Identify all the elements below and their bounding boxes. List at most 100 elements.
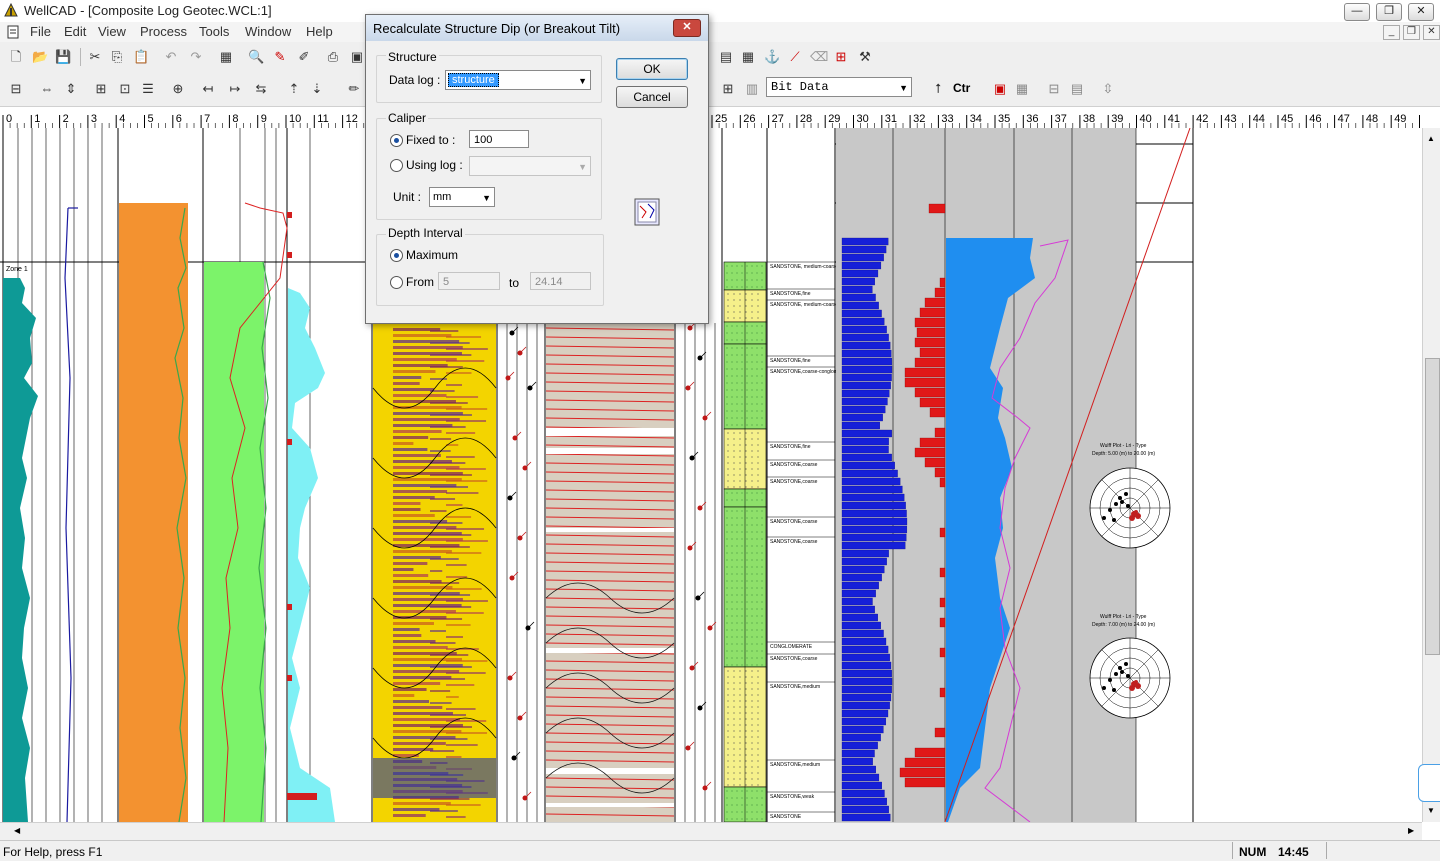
undo-icon[interactable]: ↶ xyxy=(163,49,179,65)
fit-width-icon[interactable]: ⇔ xyxy=(39,81,55,97)
dialog-close-button[interactable]: ✕ xyxy=(673,19,701,37)
log-workspace[interactable]: Zone 1 SANDSTONE, medium-coarse SANDSTON… xyxy=(0,128,1422,822)
copy-icon[interactable]: ⎘ xyxy=(109,49,125,65)
mdi-restore-button[interactable]: ❐ xyxy=(1403,25,1420,40)
bit-data-combo[interactable]: Bit Data ▼ xyxy=(766,77,912,97)
from-input[interactable]: 5 xyxy=(438,272,500,290)
open-folder-icon[interactable]: 📂 xyxy=(32,49,48,65)
marker-icon[interactable]: ⊞ xyxy=(833,49,849,65)
pencil-icon[interactable]: ✏ xyxy=(346,81,362,97)
lithology-dot xyxy=(739,784,741,786)
bar-mark xyxy=(841,805,889,814)
menu-view[interactable]: View xyxy=(98,24,126,39)
chart-tool-icon[interactable]: ⟋ xyxy=(787,49,803,65)
new-file-icon[interactable]: 🗋 xyxy=(8,49,24,65)
bar-mark xyxy=(841,357,893,366)
fixed-to-input[interactable]: 100 xyxy=(469,130,529,148)
cut-icon[interactable]: ✂ xyxy=(87,49,103,65)
document-icon[interactable] xyxy=(6,25,20,39)
to-input[interactable]: 24.14 xyxy=(530,272,591,290)
lithology-dot xyxy=(757,748,759,750)
menu-help[interactable]: Help xyxy=(306,24,333,39)
data-log-select[interactable]: structure ▼ xyxy=(445,70,591,90)
paste-icon[interactable]: 📋 xyxy=(133,49,149,65)
tadpole-tail xyxy=(687,741,695,749)
unit-select[interactable]: mm ▼ xyxy=(429,187,495,207)
move-left-icon[interactable]: ↤ xyxy=(200,81,216,97)
lithology-dot xyxy=(757,688,759,690)
lithology-dot xyxy=(727,293,729,295)
resize-icon[interactable]: ⇳ xyxy=(1100,81,1116,97)
sort-down-icon[interactable]: ⇣ xyxy=(309,81,325,97)
from-radio[interactable] xyxy=(390,276,403,289)
vertical-scrollbar[interactable]: ▲ ▼ xyxy=(1418,128,1440,822)
print-icon[interactable]: ⎙ xyxy=(325,49,341,65)
scroll-right-icon[interactable]: ▶ xyxy=(1408,826,1414,835)
fit-height-icon[interactable]: ⇕ xyxy=(63,81,79,97)
lithology-dot xyxy=(727,462,729,464)
distribute-icon[interactable]: ⊞ xyxy=(93,81,109,97)
menu-file[interactable]: File xyxy=(30,24,51,39)
print-preview-icon[interactable]: 🔍 xyxy=(248,49,264,65)
report-icon[interactable]: ▤ xyxy=(718,49,734,65)
lithology-dot xyxy=(745,311,747,313)
side-tool-icon[interactable] xyxy=(1418,764,1440,802)
stack-icon[interactable]: ☰ xyxy=(140,81,156,97)
maximize-button[interactable]: ❐ xyxy=(1376,3,1402,21)
bar-mark xyxy=(841,741,878,750)
align-left-icon[interactable]: ⊟ xyxy=(8,81,24,97)
menu-window[interactable]: Window xyxy=(245,24,291,39)
mdi-close-button[interactable]: ✕ xyxy=(1423,25,1440,40)
paint-icon[interactable]: ✎ xyxy=(272,49,288,65)
lithology-dot xyxy=(733,480,735,482)
anchor-icon[interactable]: ⚓ xyxy=(764,49,780,65)
lithology-dot xyxy=(739,724,741,726)
using-log-select[interactable]: ▼ xyxy=(469,156,591,176)
lithology-dot xyxy=(739,676,741,678)
menu-tools[interactable]: Tools xyxy=(199,24,229,39)
ok-button[interactable]: OK xyxy=(616,58,688,80)
grid-tool-icon[interactable]: ▦ xyxy=(218,49,234,65)
eraser-icon[interactable]: ⌫ xyxy=(810,49,828,65)
maximum-radio[interactable] xyxy=(390,249,403,262)
center-button[interactable]: Ctr xyxy=(953,81,970,95)
scroll-up-icon[interactable]: ▲ xyxy=(1427,134,1435,143)
delete-log-icon[interactable]: ▣ xyxy=(992,81,1008,97)
lithology-dot xyxy=(745,772,747,774)
log-properties-icon[interactable]: ▤ xyxy=(1069,81,1085,97)
group-icon[interactable]: ⊡ xyxy=(117,81,133,97)
close-window-button[interactable]: ✕ xyxy=(1408,3,1434,21)
mdi-minimize-button[interactable]: _ xyxy=(1383,25,1400,40)
bar-mark xyxy=(939,617,946,628)
tools-icon[interactable]: ⚒ xyxy=(857,49,873,65)
add-bitmap-icon[interactable]: ⊞ xyxy=(720,81,736,97)
cancel-button[interactable]: Cancel xyxy=(616,86,688,108)
save-icon[interactable]: 💾 xyxy=(55,49,71,65)
minimize-button[interactable]: — xyxy=(1344,3,1370,21)
calculator-icon[interactable] xyxy=(634,198,662,228)
menu-edit[interactable]: Edit xyxy=(64,24,86,39)
insert-log-icon[interactable]: ⊟ xyxy=(1046,81,1062,97)
redo-icon[interactable]: ↷ xyxy=(188,49,204,65)
lithology-dot xyxy=(757,456,759,458)
fixed-to-radio[interactable] xyxy=(390,134,403,147)
scroll-thumb[interactable] xyxy=(1425,358,1440,655)
merge-icon[interactable]: ⊕ xyxy=(170,81,186,97)
scroll-left-icon[interactable]: ◀ xyxy=(14,826,20,835)
swap-icon[interactable]: ⇆ xyxy=(253,81,269,97)
bitmap-icon[interactable]: ▥ xyxy=(744,81,760,97)
pen-icon[interactable]: ✐ xyxy=(296,49,312,65)
arrow-up-icon[interactable]: ⭡ xyxy=(930,81,946,97)
status-help-text: For Help, press F1 xyxy=(3,845,103,859)
copy-log-icon[interactable]: ▦ xyxy=(1014,81,1030,97)
horizontal-scrollbar[interactable]: ◀ ▶ xyxy=(0,822,1422,840)
sort-up-icon[interactable]: ⇡ xyxy=(286,81,302,97)
lithology-dot xyxy=(757,432,759,434)
using-log-radio[interactable] xyxy=(390,159,403,172)
table-icon[interactable]: ▦ xyxy=(740,49,756,65)
menu-process[interactable]: Process xyxy=(140,24,187,39)
lithology-dot xyxy=(745,718,747,720)
image-icon[interactable]: ▣ xyxy=(349,49,365,65)
move-right-icon[interactable]: ↦ xyxy=(227,81,243,97)
scroll-down-icon[interactable]: ▼ xyxy=(1427,806,1435,815)
